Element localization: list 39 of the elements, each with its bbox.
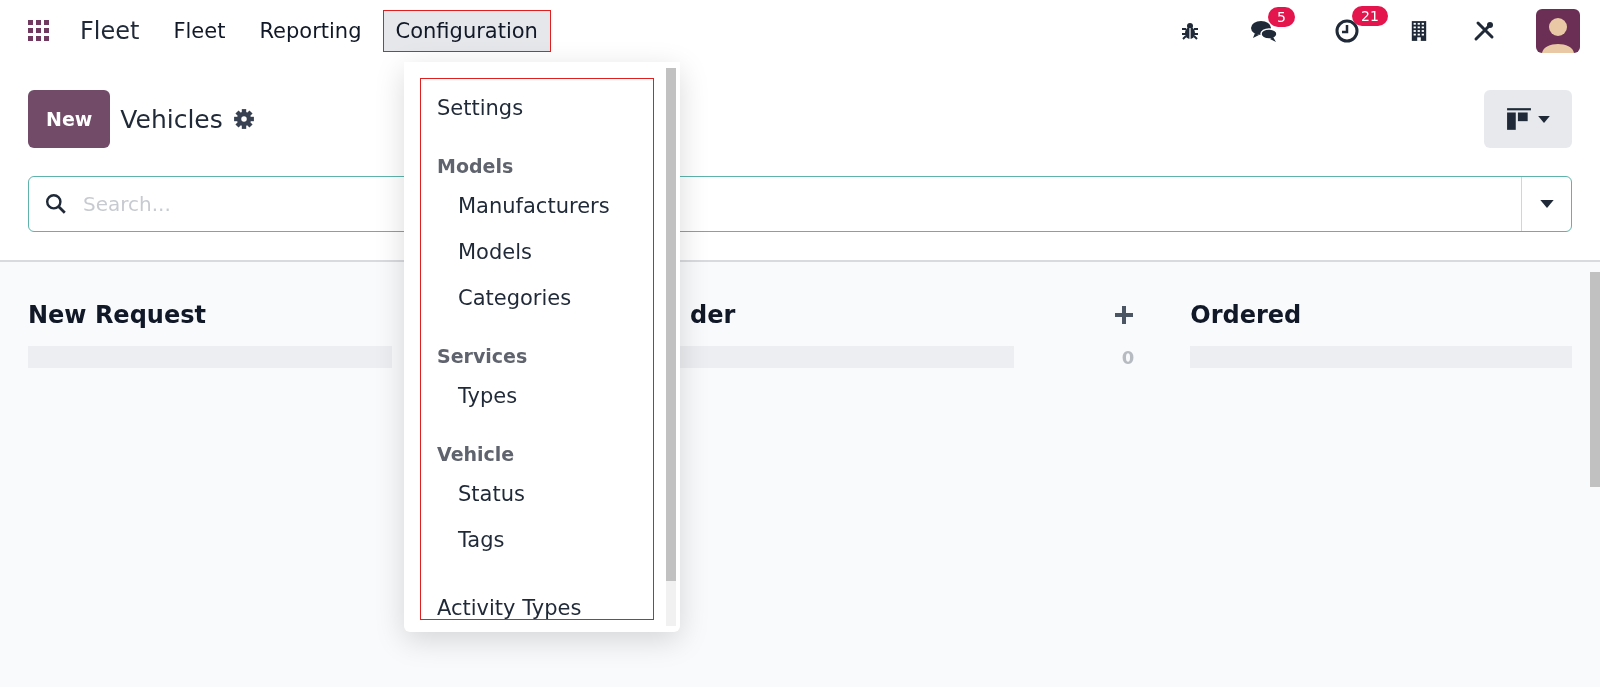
menu-item[interactable]: Settings bbox=[421, 85, 653, 131]
settings-icon[interactable] bbox=[232, 108, 255, 130]
building-icon[interactable] bbox=[1410, 19, 1428, 43]
menu-tab[interactable]: Configuration bbox=[383, 11, 550, 51]
caret-icon bbox=[1538, 115, 1550, 123]
menu-item[interactable]: Types bbox=[421, 373, 653, 419]
new-button[interactable]: New bbox=[28, 90, 111, 148]
kanban-icon bbox=[1506, 106, 1532, 132]
menu-section-header: Services bbox=[436, 344, 529, 369]
chat-icon[interactable] bbox=[1250, 19, 1278, 43]
tools-icon[interactable] bbox=[1472, 19, 1496, 43]
activity-count-badge: 21 bbox=[1352, 6, 1388, 26]
message-count-badge: 5 bbox=[1268, 7, 1295, 27]
menu-item[interactable]: Models bbox=[421, 229, 653, 275]
menu-item[interactable]: Manufacturers bbox=[421, 183, 653, 229]
menu-section-header: Models bbox=[436, 154, 515, 179]
menu-section-header: Vehicle bbox=[436, 442, 516, 467]
menu-item[interactable]: Status bbox=[421, 471, 653, 517]
caret-icon bbox=[1539, 200, 1554, 208]
clock-icon[interactable] bbox=[1334, 18, 1360, 44]
menu-item[interactable]: Activity Types bbox=[421, 585, 653, 631]
bug-icon[interactable] bbox=[1180, 21, 1200, 41]
page-scrollbar[interactable] bbox=[1590, 272, 1600, 487]
app-name[interactable]: Fleet bbox=[80, 17, 140, 45]
column-title: New Request bbox=[28, 301, 206, 329]
menu-item[interactable]: Tags bbox=[421, 517, 653, 563]
user-avatar[interactable] bbox=[1536, 9, 1580, 53]
column-count: 0 bbox=[1120, 346, 1135, 368]
page-title: Vehicles bbox=[120, 104, 223, 134]
apps-grid-icon[interactable] bbox=[28, 20, 50, 42]
column-title: Ordered bbox=[1190, 301, 1302, 329]
scrollbar[interactable] bbox=[666, 68, 676, 626]
search-icon bbox=[45, 193, 67, 215]
column-title: der bbox=[690, 301, 736, 329]
menu-tab[interactable]: Reporting bbox=[247, 11, 374, 51]
menu-tab[interactable]: Fleet bbox=[161, 11, 238, 51]
add-icon[interactable] bbox=[1114, 305, 1135, 325]
menu-item[interactable]: Categories bbox=[421, 275, 653, 321]
view-switcher-button[interactable] bbox=[1484, 90, 1572, 148]
